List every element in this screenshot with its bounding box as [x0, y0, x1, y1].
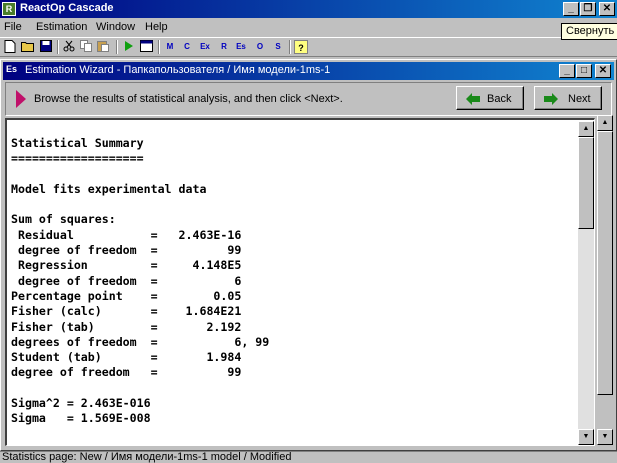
close-button[interactable]: ✕ — [599, 2, 615, 16]
toolbar-separator — [116, 40, 118, 54]
app-scroll-down-button[interactable]: ▼ — [597, 429, 613, 445]
back-button[interactable]: Back — [456, 86, 524, 110]
tool-s[interactable]: S — [271, 40, 285, 54]
toolbar: M C Ex R Es O S ? — [0, 37, 617, 57]
cut-icon[interactable] — [62, 40, 76, 54]
minimize-tooltip: Свернуть — [561, 23, 617, 40]
wizard-minimize-button[interactable]: _ — [559, 64, 575, 78]
app-icon[interactable]: R — [2, 2, 16, 16]
next-label: Next — [568, 93, 591, 105]
tool-ex[interactable]: Ex — [198, 40, 212, 54]
menu-file[interactable]: File — [4, 21, 22, 33]
open-folder-icon[interactable] — [21, 40, 35, 54]
tool-es[interactable]: Es — [234, 40, 248, 54]
scroll-up-button[interactable]: ▲ — [578, 121, 594, 137]
status-bar: Statistics page: New / Имя модели-1ms-1 … — [0, 451, 617, 463]
menu-window[interactable]: Window — [96, 21, 135, 33]
status-text: Statistics page: New / Имя модели-1ms-1 … — [2, 451, 292, 463]
back-arrow-icon — [466, 93, 480, 107]
scroll-thumb[interactable] — [578, 137, 594, 229]
tool-o[interactable]: O — [253, 40, 267, 54]
menu-estimation[interactable]: Estimation — [36, 21, 87, 33]
tool-m[interactable]: M — [163, 40, 177, 54]
app-title-bar[interactable]: R ReactOp Cascade _ ❐ ✕ — [0, 0, 617, 18]
statistical-summary-text: Statistical Summary =================== … — [11, 136, 270, 426]
toolbar-separator — [57, 40, 59, 54]
results-panel[interactable]: Statistical Summary =================== … — [5, 118, 595, 446]
new-file-icon[interactable] — [3, 40, 17, 54]
app-scroll-up-button[interactable]: ▲ — [597, 115, 613, 131]
wizard-title-bar[interactable]: Es Estimation Wizard - Папкапользователя… — [3, 62, 614, 80]
tool-c[interactable]: C — [180, 40, 194, 54]
paste-icon[interactable] — [96, 40, 110, 54]
back-label: Back — [487, 93, 512, 105]
results-scrollbar[interactable]: ▲ ▼ — [578, 121, 594, 445]
wizard-close-button[interactable]: ✕ — [595, 64, 611, 78]
help-icon[interactable]: ? — [294, 40, 308, 54]
save-icon[interactable] — [39, 40, 53, 54]
next-button[interactable]: Next — [534, 86, 602, 110]
tool-r[interactable]: R — [217, 40, 231, 54]
toolbar-separator — [289, 40, 291, 54]
wizard-maximize-button[interactable]: □ — [576, 64, 592, 78]
instruction-bar: Browse the results of statistical analys… — [5, 82, 612, 116]
run-icon[interactable] — [122, 40, 136, 54]
app-scroll-thumb[interactable] — [597, 131, 613, 395]
app-title: ReactOp Cascade — [20, 2, 114, 14]
wizard-title: Estimation Wizard - Папкапользователя / … — [25, 64, 331, 76]
toolbar-separator — [158, 40, 160, 54]
app-scrollbar[interactable]: ▲ ▼ — [597, 115, 613, 445]
copy-icon[interactable] — [79, 40, 93, 54]
instruction-text: Browse the results of statistical analys… — [34, 93, 343, 105]
menu-bar: File Estimation Window Help — [0, 18, 617, 37]
restore-button[interactable]: ❐ — [580, 2, 596, 16]
window-icon[interactable] — [139, 40, 153, 54]
next-arrow-icon — [544, 93, 558, 107]
scroll-down-button[interactable]: ▼ — [578, 429, 594, 445]
instruction-arrow-icon — [16, 90, 26, 108]
estimation-wizard-window: Es Estimation Wizard - Папкапользователя… — [0, 59, 617, 451]
wizard-icon[interactable]: Es — [6, 64, 17, 74]
minimize-button[interactable]: _ — [563, 2, 579, 16]
menu-help[interactable]: Help — [145, 21, 168, 33]
